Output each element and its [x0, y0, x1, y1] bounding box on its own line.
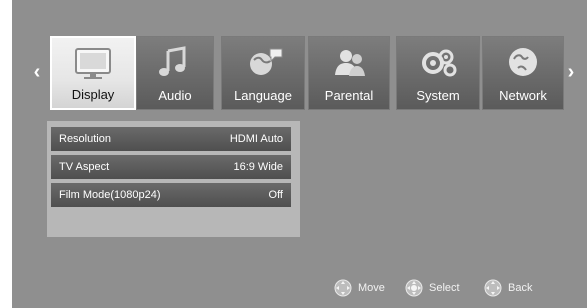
hint-back: Back [484, 278, 532, 298]
network-globe-icon [509, 48, 537, 76]
tab-label: Audio [158, 88, 192, 103]
dpad-back-icon [484, 279, 502, 297]
settings-screen: ‹ › Display Audio Language Parental Syst… [12, 0, 587, 308]
left-arrow-icon[interactable]: ‹ [30, 62, 44, 82]
hint-label: Move [358, 282, 385, 294]
dpad-select-icon [405, 279, 423, 297]
tab-audio[interactable]: Audio [136, 36, 214, 110]
tab-label: Display [71, 87, 115, 102]
music-note-icon [159, 46, 186, 76]
setting-value: Off [268, 189, 283, 201]
setting-name: Film Mode(1080p24) [59, 189, 161, 201]
parental-users-icon [335, 50, 365, 76]
tab-label: Parental [324, 88, 374, 103]
globe-speech-icon [250, 48, 283, 75]
settings-panel: Resolution HDMI Auto TV Aspect 16:9 Wide… [47, 121, 300, 237]
tab-label: Language [234, 88, 292, 103]
tab-system[interactable]: System [396, 36, 480, 110]
hint-label: Back [508, 282, 533, 294]
setting-value: 16:9 Wide [233, 161, 283, 173]
right-arrow-icon[interactable]: › [564, 62, 578, 82]
tab-label: Network [499, 88, 547, 103]
hint-select: Select [405, 278, 460, 298]
tab-network[interactable]: Network [482, 36, 564, 110]
setting-row-tv-aspect[interactable]: TV Aspect 16:9 Wide [51, 155, 291, 179]
dpad-move-icon [334, 279, 352, 297]
setting-row-film-mode[interactable]: Film Mode(1080p24) Off [51, 183, 291, 207]
display-icon [75, 48, 111, 79]
setting-row-resolution[interactable]: Resolution HDMI Auto [51, 127, 291, 151]
setting-name: TV Aspect [59, 161, 110, 173]
tab-parental[interactable]: Parental [308, 36, 390, 110]
gears-icon [422, 49, 457, 77]
tab-label: System [416, 88, 460, 103]
tab-display[interactable]: Display [50, 36, 136, 110]
hint-label: Select [429, 282, 460, 294]
setting-value: HDMI Auto [229, 133, 283, 145]
tab-language[interactable]: Language [221, 36, 305, 110]
setting-name: Resolution [59, 133, 111, 145]
hint-move: Move [334, 278, 385, 298]
